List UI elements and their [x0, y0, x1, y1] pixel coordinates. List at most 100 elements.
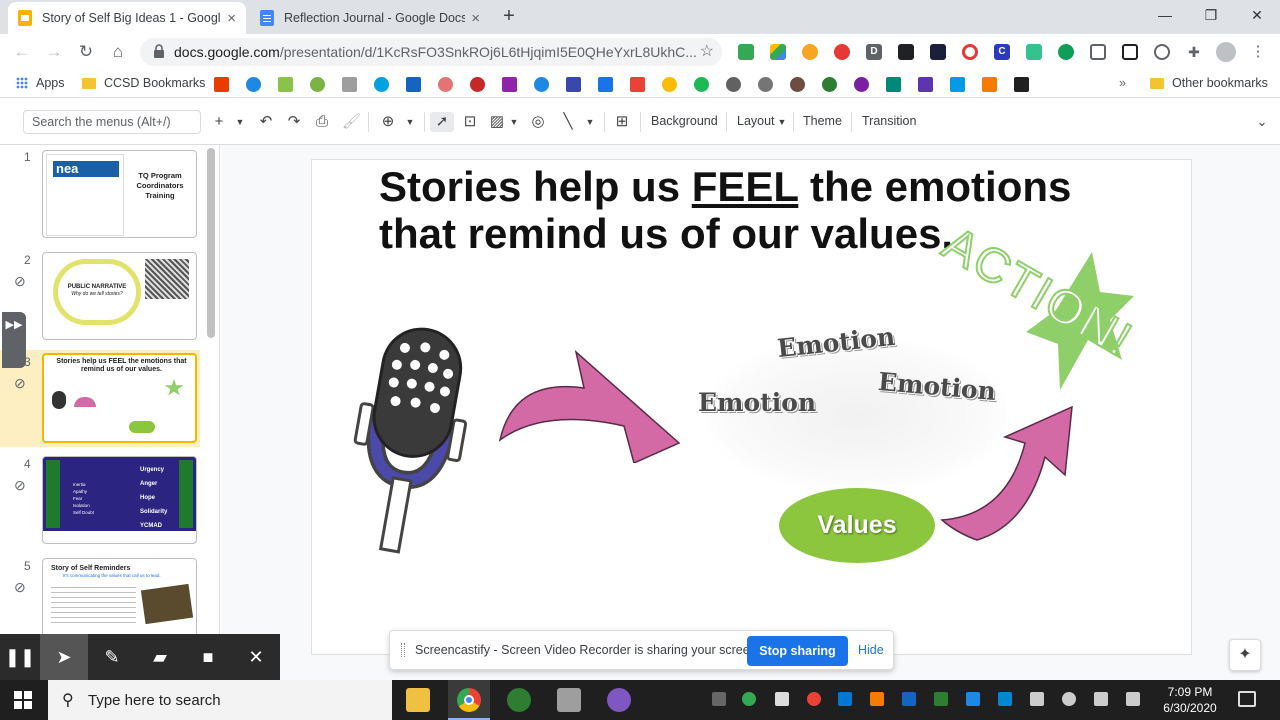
ccsd-bookmarks-folder[interactable]: CCSD Bookmarks: [82, 76, 205, 90]
battery-icon[interactable]: [1030, 692, 1044, 706]
tray-icon[interactable]: [712, 692, 726, 706]
bookmark-icon[interactable]: [950, 77, 965, 92]
slide-canvas[interactable]: Stories help us FEEL the emotions that r…: [312, 160, 1191, 654]
extension-icon[interactable]: [1058, 44, 1074, 60]
theme-button[interactable]: Theme: [803, 114, 842, 128]
extension-icon[interactable]: [1122, 44, 1138, 60]
gmail-icon[interactable]: [630, 77, 645, 92]
extension-icon[interactable]: [1026, 44, 1042, 60]
salesforce-icon[interactable]: [374, 77, 389, 92]
drive-extension-icon[interactable]: [770, 44, 786, 60]
new-tab-button[interactable]: +: [499, 6, 519, 26]
extension-icon[interactable]: [898, 44, 914, 60]
menu-search-input[interactable]: Search the menus (Alt+/): [23, 110, 201, 134]
screencastify-extension-icon[interactable]: [962, 44, 978, 60]
calendar-icon[interactable]: [598, 77, 613, 92]
pen-tray-icon[interactable]: [1126, 692, 1140, 706]
extension-icon[interactable]: [802, 44, 818, 60]
reload-icon[interactable]: ↻: [74, 40, 98, 64]
bookmark-star-icon[interactable]: ☆: [700, 41, 714, 61]
calculator-icon[interactable]: [557, 688, 581, 712]
apps-bookmark[interactable]: Apps: [16, 76, 65, 90]
bookmark-icon[interactable]: [758, 77, 773, 92]
zoom-icon[interactable]: ⊕: [378, 112, 398, 132]
defender-icon[interactable]: [934, 692, 948, 706]
puzzle-extensions-icon[interactable]: ✚: [1186, 44, 1202, 60]
classroom-extension-icon[interactable]: [738, 44, 754, 60]
chevron-down-icon[interactable]: ▼: [508, 112, 520, 132]
print-icon[interactable]: ⎙: [312, 112, 332, 132]
chevron-down-icon[interactable]: ▼: [584, 112, 596, 132]
globe-icon[interactable]: [246, 77, 261, 92]
minimize-button[interactable]: —: [1142, 4, 1188, 28]
bluetooth-icon[interactable]: [966, 692, 980, 706]
profile-avatar[interactable]: [1216, 42, 1236, 62]
address-bar[interactable]: docs.google.com/presentation/d/1KcRsFO3S…: [140, 38, 722, 66]
tray-icon[interactable]: [807, 692, 821, 706]
bookmark-icon[interactable]: [438, 77, 453, 92]
nea-icon[interactable]: [406, 77, 421, 92]
text-box-icon[interactable]: ⊡: [459, 112, 481, 132]
tray-icon[interactable]: [998, 692, 1012, 706]
taskbar-search[interactable]: ⚲ Type here to search: [48, 680, 392, 720]
window-close-button[interactable]: ✕: [1234, 4, 1280, 28]
volume-icon[interactable]: [1062, 692, 1076, 706]
tab-story-of-self[interactable]: Story of Self Big Ideas 1 - Google ×: [8, 2, 246, 34]
comment-add-icon[interactable]: ⊞: [612, 112, 632, 132]
slide-thumbnail-1[interactable]: nea TQ Program Coordinators Training: [42, 150, 197, 238]
bookmark-icon[interactable]: [918, 77, 933, 92]
bookmark-icon[interactable]: [534, 77, 549, 92]
chrome-taskbar-button[interactable]: [448, 680, 490, 720]
bookmark-icon[interactable]: [502, 77, 517, 92]
highlighter-icon[interactable]: ▰: [136, 634, 184, 680]
bookmark-icon[interactable]: [310, 77, 325, 92]
chrome-menu-icon[interactable]: ⋮: [1250, 44, 1266, 60]
slide-thumbnail-3[interactable]: Stories help us FEEL the emotions that r…: [42, 353, 197, 443]
pause-icon[interactable]: ❚❚: [0, 634, 40, 680]
windows-start-icon[interactable]: [14, 691, 32, 709]
bookmark-icon[interactable]: [278, 77, 293, 92]
restore-button[interactable]: ❐: [1188, 4, 1234, 28]
taskbar-clock[interactable]: 7:09 PM 6/30/2020: [1150, 684, 1230, 716]
transition-button[interactable]: Transition: [862, 114, 916, 128]
paint-format-icon[interactable]: 🖌: [342, 112, 361, 132]
bookmark-icon[interactable]: [470, 77, 485, 92]
tray-icon[interactable]: [742, 692, 756, 706]
tray-icon[interactable]: [775, 692, 789, 706]
shape-icon[interactable]: ◎: [527, 112, 549, 132]
bookmark-icon[interactable]: [1014, 77, 1029, 92]
bookmark-icon[interactable]: [982, 77, 997, 92]
bookmark-icon[interactable]: [822, 77, 837, 92]
cursor-icon[interactable]: ➤: [40, 634, 88, 680]
hide-button[interactable]: Hide: [858, 643, 884, 657]
home-icon[interactable]: ⌂: [106, 40, 130, 64]
bookmark-icon[interactable]: [854, 77, 869, 92]
chevron-down-icon[interactable]: ▼: [233, 112, 247, 132]
slide-thumbnail-4[interactable]: Urgency Anger Hope Solidarity YCMAD Iner…: [42, 456, 197, 544]
image-icon[interactable]: ▨: [487, 112, 507, 132]
line-icon[interactable]: ╲: [558, 112, 578, 132]
close-tab-icon[interactable]: ×: [471, 10, 480, 27]
taskbar-app-icon[interactable]: [607, 688, 631, 712]
layout-button[interactable]: Layout ▼: [737, 114, 786, 128]
extension-icon[interactable]: [930, 44, 946, 60]
undo-icon[interactable]: ↶: [257, 112, 275, 132]
slide-thumbnail-5[interactable]: Story of Self Reminders It's communicati…: [42, 558, 197, 635]
extension-icon[interactable]: [1154, 44, 1170, 60]
background-button[interactable]: Background: [651, 114, 718, 128]
taskbar-app-icon[interactable]: [507, 688, 531, 712]
drag-grip-icon[interactable]: [401, 643, 405, 657]
other-bookmarks-folder[interactable]: Other bookmarks: [1150, 76, 1268, 90]
bookmark-icon[interactable]: [886, 77, 901, 92]
filmstrip-scrollbar[interactable]: [207, 148, 215, 338]
spotify-icon[interactable]: [694, 77, 709, 92]
extension-icon[interactable]: D: [866, 44, 882, 60]
side-panel-toggle[interactable]: ▶▶: [2, 312, 26, 368]
chevron-down-icon[interactable]: ▼: [403, 112, 417, 132]
file-explorer-icon[interactable]: [406, 688, 430, 712]
explore-icon[interactable]: ✦: [1229, 639, 1261, 671]
bookmark-icon[interactable]: [790, 77, 805, 92]
onedrive-icon[interactable]: [838, 692, 852, 706]
stop-sharing-button[interactable]: Stop sharing: [747, 636, 848, 666]
bookmark-icon[interactable]: [342, 77, 357, 92]
